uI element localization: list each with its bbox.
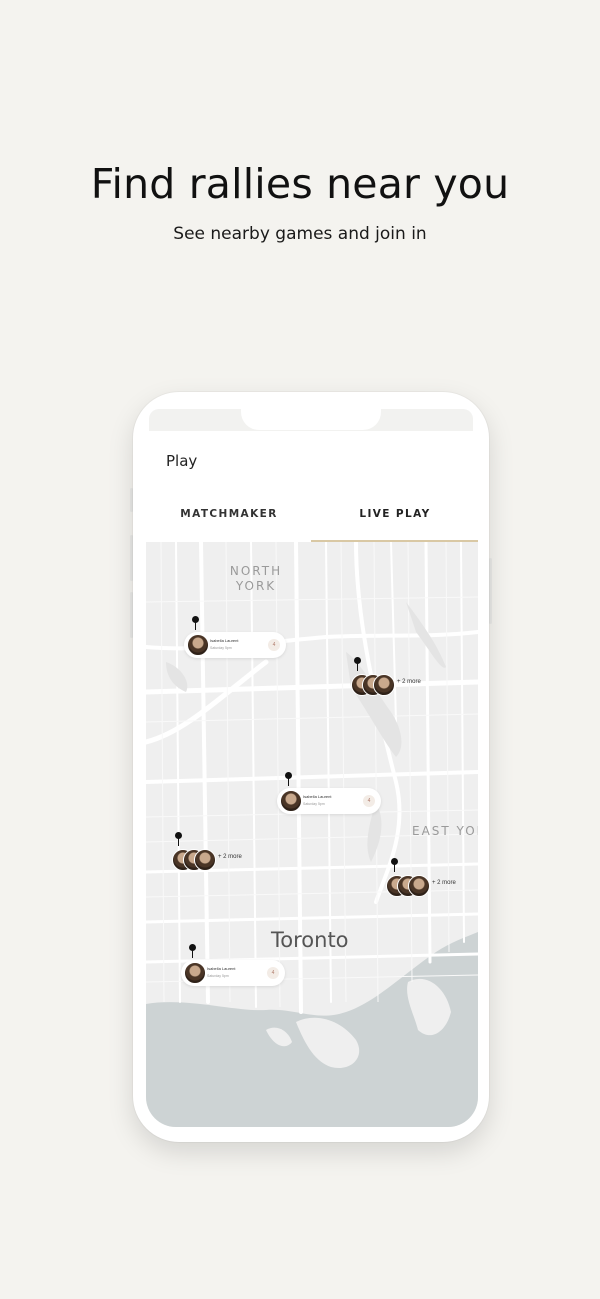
player-card[interactable]: Isabella Laurent Saturday 5pm 4 <box>184 632 286 658</box>
player-badge: 4 <box>267 967 279 979</box>
player-name: Isabella Laurent <box>210 638 239 643</box>
player-group[interactable]: + 2 more <box>351 672 441 696</box>
map-pin-icon[interactable] <box>391 858 399 872</box>
player-badge: 4 <box>363 795 375 807</box>
map-label-north-york: NORTH YORK <box>229 564 283 593</box>
map-pin-icon[interactable] <box>354 657 362 671</box>
avatar <box>373 674 395 696</box>
avatar <box>280 790 302 812</box>
more-players-label: + 2 more <box>218 854 242 860</box>
game-time: Saturday 5pm <box>210 646 232 650</box>
player-name: Isabella Laurent <box>207 966 236 971</box>
map-label-toronto: Toronto <box>271 928 349 952</box>
phone-notch <box>241 406 381 430</box>
page-subtitle: See nearby games and join in <box>173 224 427 244</box>
player-card[interactable]: Isabella Laurent Saturday 5pm 4 <box>181 960 285 986</box>
player-group[interactable]: + 2 more <box>386 873 476 897</box>
map-pin-icon[interactable] <box>175 832 183 846</box>
game-time: Saturday 5pm <box>207 974 229 978</box>
map-pin-icon[interactable] <box>192 616 200 630</box>
avatar <box>408 875 430 897</box>
tab-live-play[interactable]: LIVE PLAY <box>312 500 478 542</box>
player-name: Isabella Laurent <box>303 794 332 799</box>
map-pin-icon[interactable] <box>285 772 293 786</box>
more-players-label: + 2 more <box>432 880 456 886</box>
phone-side-button <box>489 558 492 624</box>
player-card[interactable]: Isabella Laurent Saturday 5pm 4 <box>277 788 381 814</box>
map-view[interactable]: NORTH YORK EAST YOR Toronto Isabella Lau… <box>146 542 478 1127</box>
player-badge: 4 <box>268 639 280 651</box>
map-pin-icon[interactable] <box>189 944 197 958</box>
map-label-east-york: EAST YOR <box>412 824 478 838</box>
player-group[interactable]: + 2 more <box>172 847 262 871</box>
avatar <box>184 962 206 984</box>
avatar <box>187 634 209 656</box>
avatar <box>194 849 216 871</box>
game-time: Saturday 5pm <box>303 802 325 806</box>
screen-title: Play <box>166 452 198 470</box>
tab-bar: MATCHMAKER LIVE PLAY <box>146 500 478 542</box>
phone-frame: Play MATCHMAKER LIVE PLAY NORTH YORK EAS… <box>133 392 489 1142</box>
page-headline: Find rallies near you <box>90 160 510 208</box>
more-players-label: + 2 more <box>397 679 421 685</box>
tab-matchmaker[interactable]: MATCHMAKER <box>146 500 312 542</box>
